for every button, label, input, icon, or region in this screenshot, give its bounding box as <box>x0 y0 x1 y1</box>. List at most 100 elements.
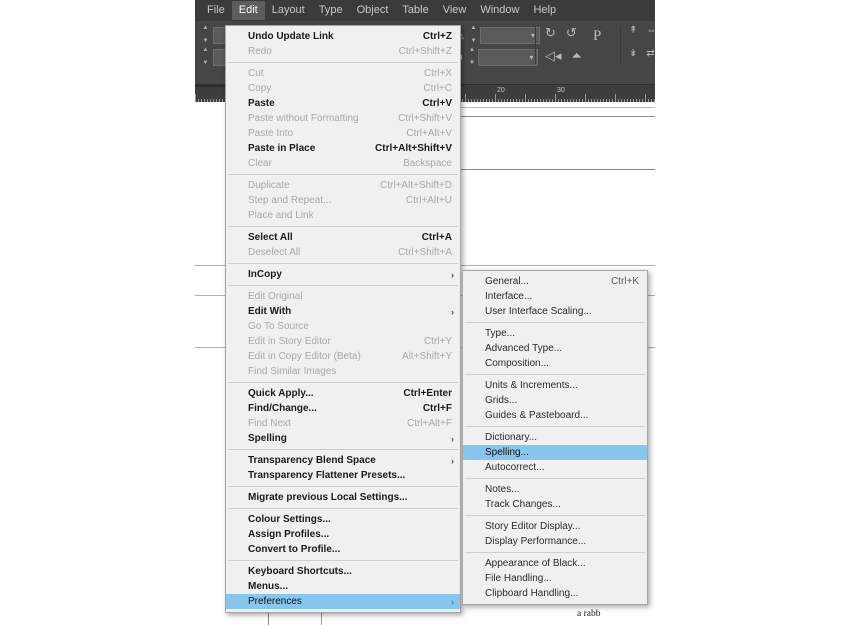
prefs-menu-item-track-changes[interactable]: Track Changes... <box>463 497 647 512</box>
flip-vertical-icon[interactable]: ⏶ <box>572 49 582 62</box>
story-line: a rabb <box>577 609 601 620</box>
menubar-item-help[interactable]: Help <box>526 1 563 20</box>
prefs-menu-item-display-performance[interactable]: Display Performance... <box>463 534 647 549</box>
prefs-menu-item-spelling[interactable]: Spelling... <box>463 445 647 460</box>
edit-menu-item-colour-settings[interactable]: Colour Settings... <box>226 512 460 527</box>
prefs-menu-item-units-increments[interactable]: Units & Increments... <box>463 378 647 393</box>
edit-menu-item-quick-apply[interactable]: Quick Apply... Ctrl+Enter <box>226 386 460 401</box>
edit-menu-item-spelling[interactable]: Spelling › <box>226 431 460 446</box>
menubar-item-table[interactable]: Table <box>395 1 435 20</box>
edit-menu-item-incopy[interactable]: InCopy › <box>226 267 460 282</box>
align-top-group[interactable]: ↟ ⇔ <box>629 26 655 36</box>
prefs-menu-item-clipboard-handling[interactable]: Clipboard Handling... <box>463 586 647 601</box>
menu-item-label: Advanced Type... <box>485 343 563 354</box>
menu-item-label: Display Performance... <box>485 536 587 547</box>
stroke-weight-combo[interactable]: ▾ <box>479 26 540 44</box>
edit-menu-item-assign-profiles[interactable]: Assign Profiles... <box>226 527 460 542</box>
distribute-icon[interactable]: ⇔ <box>646 26 655 36</box>
edit-menu-item-preferences[interactable]: Preferences › <box>226 594 460 609</box>
edit-menu-item-convert-to-profile[interactable]: Convert to Profile... <box>226 542 460 557</box>
edit-menu-item-migrate-previous-local-settings[interactable]: Migrate previous Local Settings... <box>226 490 460 505</box>
edit-menu-item-paste[interactable]: Paste Ctrl+V <box>226 96 460 111</box>
edit-menu[interactable]: Undo Update Link Ctrl+Z Redo Ctrl+Shift+Z Cu… <box>225 25 461 613</box>
edit-menu-item-edit-in-story-editor: Edit in Story Editor Ctrl+Y <box>226 334 460 349</box>
menu-item-shortcut: Ctrl+Z <box>422 31 452 42</box>
edit-menu-item-edit-in-copy-editor-beta: Edit in Copy Editor (Beta) Alt+Shift+Y <box>226 349 460 364</box>
prefs-menu-item-notes[interactable]: Notes... <box>463 482 647 497</box>
prefs-menu-item-user-interface-scaling[interactable]: User Interface Scaling... <box>463 304 647 319</box>
prefs-menu-item-advanced-type[interactable]: Advanced Type... <box>463 341 647 356</box>
menu-item-label: Edit With <box>248 306 292 317</box>
menubar-item-object[interactable]: Object <box>350 1 396 20</box>
menubar-item-view[interactable]: View <box>436 1 474 20</box>
fill-combo-group[interactable]: ■ ▲▼ ▾ <box>457 47 539 67</box>
menu-bar[interactable]: File Edit Layout Type Object Table View Window H… <box>195 0 655 21</box>
flip-buttons[interactable]: ◁◂ ⏶ <box>545 49 582 62</box>
prefs-menu-item-grids[interactable]: Grids... <box>463 393 647 408</box>
edit-menu-item-transparency-flattener-presets[interactable]: Transparency Flattener Presets... <box>226 468 460 483</box>
x-spinner[interactable]: ▲ ▼ <box>199 25 212 45</box>
rotate-cw-icon[interactable]: ↻ <box>545 26 556 39</box>
menubar-item-type[interactable]: Type <box>312 1 350 20</box>
prefs-menu-item-type[interactable]: Type... <box>463 326 647 341</box>
edit-menu-item-undo-update-link[interactable]: Undo Update Link Ctrl+Z <box>226 29 460 44</box>
text-wrap-icon[interactable]: P <box>593 29 601 44</box>
submenu-arrow-icon: › <box>451 433 454 444</box>
edit-menu-item-find-similar-images: Find Similar Images <box>226 364 460 379</box>
edit-menu-item-transparency-blend-space[interactable]: Transparency Blend Space › <box>226 453 460 468</box>
edit-menu-item-keyboard-shortcuts[interactable]: Keyboard Shortcuts... <box>226 564 460 579</box>
menu-item-shortcut: Ctrl+Shift+Z <box>398 46 452 57</box>
rotate-buttons[interactable]: ↻ ↺ <box>545 26 577 39</box>
ruler-tick <box>525 94 526 102</box>
edit-menu-item-deselect-all: Deselect All Ctrl+Shift+A <box>226 245 460 260</box>
stroke-spinner[interactable]: ▲ ▼ <box>467 25 480 45</box>
menubar-item-window[interactable]: Window <box>473 1 526 20</box>
menubar-item-file[interactable]: File <box>200 1 232 20</box>
distribute-icon-2[interactable]: ⇄ <box>646 49 654 59</box>
fill-spinner[interactable]: ▲ ▼ <box>465 47 478 67</box>
prefs-menu-item-story-editor-display[interactable]: Story Editor Display... <box>463 519 647 534</box>
rotate-ccw-icon[interactable]: ↺ <box>566 26 577 39</box>
edit-menu-item-edit-with[interactable]: Edit With › <box>226 304 460 319</box>
prefs-menu-item-autocorrect[interactable]: Autocorrect... <box>463 460 647 475</box>
menu-item-label: Transparency Flattener Presets... <box>248 470 406 481</box>
flip-horizontal-icon[interactable]: ◁◂ <box>545 49 562 62</box>
menu-item-label: Quick Apply... <box>248 388 314 399</box>
edit-menu-item-menus[interactable]: Menus... <box>226 579 460 594</box>
align-top-icon[interactable]: ↟ <box>629 26 637 36</box>
fill-combo[interactable]: ▾ <box>478 48 539 66</box>
edit-menu-item-select-all[interactable]: Select All Ctrl+A <box>226 230 460 245</box>
menu-item-label: Cut <box>248 68 264 79</box>
menu-item-shortcut: Ctrl+Alt+Shift+D <box>380 180 452 191</box>
edit-menu-item-find-change[interactable]: Find/Change... Ctrl+F <box>226 401 460 416</box>
edit-menu-item-paste-in-place[interactable]: Paste in Place Ctrl+Alt+Shift+V <box>226 141 460 156</box>
ruler-tick <box>645 94 646 102</box>
menubar-item-layout[interactable]: Layout <box>265 1 312 20</box>
prefs-menu-item-composition[interactable]: Composition... <box>463 356 647 371</box>
menu-item-shortcut: Ctrl+C <box>423 83 452 94</box>
menu-item-label: Units & Increments... <box>485 380 578 391</box>
align-bottom-icon[interactable]: ↡ <box>629 49 637 59</box>
menubar-item-edit[interactable]: Edit <box>231 1 265 20</box>
edit-menu-item-step-and-repeat: Step and Repeat... Ctrl+Alt+U <box>226 193 460 208</box>
menu-item-label: InCopy <box>248 269 282 280</box>
submenu-arrow-icon: › <box>451 596 454 607</box>
menu-item-label: Paste in Place <box>248 143 316 154</box>
prefs-menu-item-guides-pasteboard[interactable]: Guides & Pasteboard... <box>463 408 647 423</box>
menu-item-shortcut: Ctrl+K <box>610 276 639 287</box>
prefs-menu-item-appearance-of-black[interactable]: Appearance of Black... <box>463 556 647 571</box>
stroke-combo-group[interactable]: △ ▲▼ ▾ <box>457 25 540 45</box>
prefs-menu-item-file-handling[interactable]: File Handling... <box>463 571 647 586</box>
menu-separator <box>465 552 645 553</box>
prefs-menu-item-dictionary[interactable]: Dictionary... <box>463 430 647 445</box>
menu-separator <box>465 322 645 323</box>
prefs-menu-item-general[interactable]: General... Ctrl+K <box>463 274 647 289</box>
menu-separator <box>228 174 458 175</box>
prefs-menu-item-interface[interactable]: Interface... <box>463 289 647 304</box>
y-spinner[interactable]: ▲ ▼ <box>199 47 212 67</box>
menu-item-shortcut: Ctrl+Alt+U <box>405 195 452 206</box>
menu-item-label: Autocorrect... <box>485 462 545 473</box>
preferences-submenu[interactable]: General... Ctrl+K Interface... User Interfa… <box>462 270 648 605</box>
ruler-tick <box>495 94 496 102</box>
align-bottom-group[interactable]: ↡ ⇄ <box>629 49 655 59</box>
